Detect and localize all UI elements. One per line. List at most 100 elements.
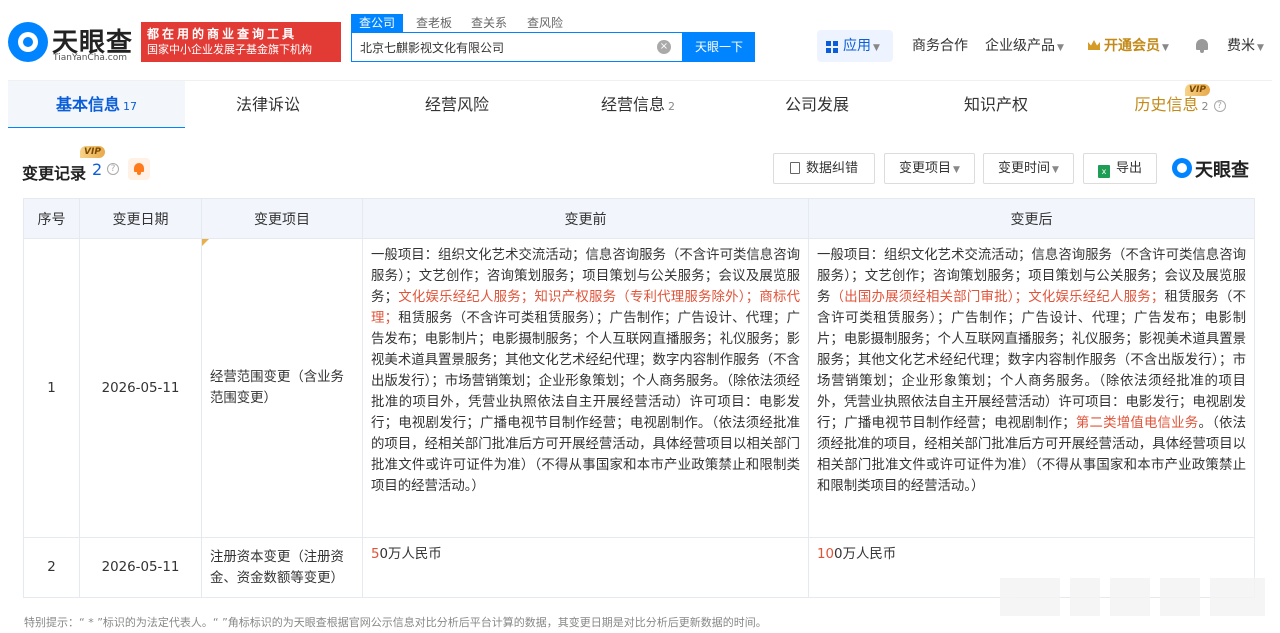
col-header-no: 序号: [23, 198, 80, 239]
search-tab-relation[interactable]: 查关系: [471, 14, 507, 32]
tab-history[interactable]: 历史信息 2 ?: [1100, 81, 1260, 129]
cell-date: 2026-05-11: [79, 537, 202, 598]
text-segment: 租赁服务（不含许可类租赁服务）；广告制作；广告设计、代理；广告发布；电影制片；电…: [371, 311, 800, 494]
data-correct-button[interactable]: 数据纠错: [773, 153, 875, 184]
search-tab-risk[interactable]: 查风险: [527, 14, 563, 32]
tab-label: 基本信息: [55, 95, 120, 114]
export-button[interactable]: x 导出: [1083, 153, 1157, 184]
crown-icon: [1088, 40, 1100, 50]
tab-legal[interactable]: 法律诉讼: [193, 81, 343, 129]
cell-no: 2: [23, 537, 80, 598]
tab-count: 2: [668, 100, 675, 113]
text-segment: 租赁服务（不含许可类租赁服务）；广告制作；广告设计、代理；广告发布；电影制片；电…: [817, 290, 1247, 431]
footnote: 特别提示：“ * ”标识的为法定代表人。“ ”角标标识的为天眼查根据官网公示信息…: [24, 616, 767, 629]
tab-ip[interactable]: 知识产权: [921, 81, 1071, 129]
tab-label: 经营信息: [600, 95, 665, 114]
cell-before: 一般项目：组织文化艺术交流活动；信息咨询服务（不含许可类信息咨询服务）；文艺创作…: [362, 238, 809, 538]
highlight-segment: 10: [817, 547, 835, 562]
top-header: 天眼查 TianYanCha.com 都在用的商业查询工具 国家中小企业发展子基…: [0, 0, 1280, 80]
monitor-bell-icon[interactable]: [128, 158, 150, 180]
chevron-down-icon: ▼: [873, 43, 880, 53]
change-record-table: 序号 变更日期 变更项目 变更前 变更后 1 2026-05-11 经营范围变更…: [23, 198, 1255, 598]
tianyancha-logo[interactable]: 天眼查 TianYanCha.com: [8, 22, 136, 66]
cell-after: 一般项目：组织文化艺术交流活动；信息咨询服务（不含许可类信息咨询服务）；文艺创作…: [808, 238, 1255, 538]
help-icon[interactable]: ?: [107, 163, 119, 175]
promo-line-2: 国家中小企业发展子基金旗下机构: [147, 43, 312, 56]
col-header-date: 变更日期: [79, 198, 202, 239]
button-label: 变更时间: [998, 161, 1051, 176]
help-icon[interactable]: ?: [1213, 99, 1226, 112]
section-count: 2: [92, 160, 103, 179]
nav-open-vip[interactable]: 开通会员 ▼: [1104, 34, 1169, 58]
eye-logo-icon: [1172, 158, 1192, 178]
search-tab-boss[interactable]: 查老板: [416, 14, 452, 32]
highlight-segment: 第二类增值电信业务: [1075, 416, 1199, 431]
tab-risk[interactable]: 经营风险: [382, 81, 532, 129]
search-input[interactable]: [360, 38, 650, 56]
chevron-down-icon: ▼: [1162, 43, 1169, 53]
col-header-before: 变更前: [362, 198, 809, 239]
cell-item: 注册资本变更（注册资金、资金数额等变更）: [201, 537, 363, 598]
nav-vip-label: 开通会员: [1104, 38, 1160, 54]
nav-user[interactable]: 费米 ▼: [1227, 34, 1264, 58]
col-header-after: 变更后: [808, 198, 1255, 239]
cell-no: 1: [23, 238, 80, 538]
button-label: 变更项目: [899, 161, 952, 176]
cell-item: 经营范围变更（含业务范围变更）: [201, 238, 363, 538]
item-text: 经营范围变更（含业务范围变更）: [210, 370, 344, 406]
tab-count: 17: [123, 100, 137, 113]
chevron-down-icon: ▼: [1057, 43, 1064, 53]
change-item-filter[interactable]: 变更项目 ▼: [884, 153, 975, 184]
user-name: 费米: [1227, 38, 1255, 54]
button-label: 导出: [1115, 161, 1142, 176]
section-vip-badge: VIP: [80, 146, 105, 158]
apps-label: 应用: [843, 38, 871, 54]
apps-button[interactable]: 应用 ▼: [817, 30, 893, 62]
nav-business[interactable]: 商务合作: [912, 34, 968, 58]
tab-label: 法律诉讼: [235, 95, 300, 114]
chevron-down-icon: ▼: [953, 165, 960, 175]
cell-before: 50万人民币: [362, 537, 809, 598]
tab-label: 知识产权: [963, 95, 1028, 114]
watermark: [1000, 578, 1268, 616]
main-tabs: 基本信息 17 法律诉讼 经营风险 经营信息 2 公司发展 知识产权 历史信息 2 ?…: [8, 80, 1272, 129]
search-tab-company[interactable]: 查公司: [351, 14, 404, 32]
eye-logo-icon: [8, 22, 48, 62]
search-button[interactable]: 天眼一下: [683, 32, 755, 62]
tab-development[interactable]: 公司发展: [742, 81, 892, 129]
tianyancha-watermark-logo: 天眼查: [1172, 156, 1256, 182]
doc-icon: [789, 162, 800, 174]
tab-label: 经营风险: [424, 95, 489, 114]
logo-domain: TianYanCha.com: [53, 53, 128, 63]
change-time-filter[interactable]: 变更时间 ▼: [983, 153, 1074, 184]
tab-label: 历史信息: [1134, 95, 1199, 114]
text-segment: 0万人民币: [379, 547, 442, 562]
brand-name: 天眼查: [1195, 160, 1249, 181]
section-title: 变更记录: [22, 164, 87, 183]
nav-enterprise[interactable]: 企业级产品 ▼: [985, 34, 1064, 58]
nav-enterprise-label: 企业级产品: [985, 38, 1055, 54]
search-box: ×: [351, 32, 683, 62]
vip-badge: VIP: [1185, 84, 1210, 96]
item-text: 注册资本变更（注册资金、资金数额等变更）: [210, 549, 344, 586]
table-row: 1 2026-05-11 经营范围变更（含业务范围变更） 一般项目：组织文化艺术…: [23, 238, 1255, 538]
chevron-down-icon: ▼: [1052, 165, 1059, 175]
chevron-down-icon: ▼: [1257, 43, 1264, 53]
text-segment: 0万人民币: [834, 547, 897, 562]
button-label: 数据纠错: [805, 161, 858, 176]
tab-basic-info[interactable]: 基本信息 17: [8, 81, 185, 129]
calc-corner-icon: [202, 239, 209, 246]
tab-count: 2: [1201, 100, 1209, 113]
promo-line-1: 都在用的商业查询工具: [147, 27, 298, 41]
highlight-segment: （出国办展须经相关部门审批）；文化娱乐经纪人服务；: [830, 290, 1165, 305]
col-header-item: 变更项目: [201, 198, 363, 239]
excel-icon: x: [1097, 165, 1110, 178]
table-header-row: 序号 变更日期 变更项目 变更前 变更后: [23, 198, 1255, 239]
cell-date: 2026-05-11: [79, 238, 202, 538]
promo-banner[interactable]: 都在用的商业查询工具 国家中小企业发展子基金旗下机构: [141, 22, 341, 62]
search-clear-icon[interactable]: ×: [657, 40, 671, 54]
bell-icon[interactable]: [1195, 39, 1209, 53]
highlight-segment: 5: [371, 547, 380, 562]
tab-label: 公司发展: [784, 95, 849, 114]
tab-operation[interactable]: 经营信息 2: [563, 81, 713, 129]
